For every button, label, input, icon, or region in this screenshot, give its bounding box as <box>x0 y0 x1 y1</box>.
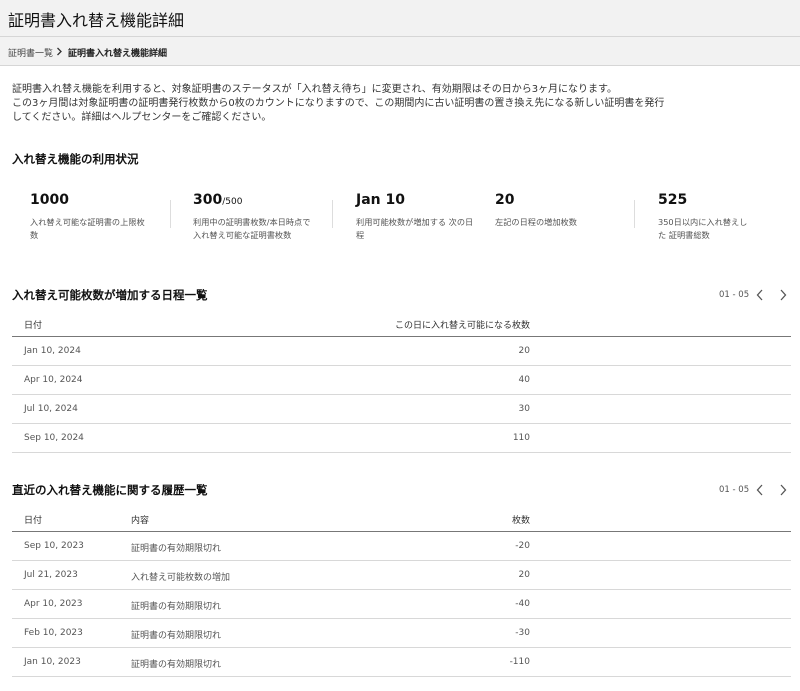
stat-label: 入れ替え可能な証明書の上限枚数 <box>30 217 145 240</box>
chevron-right-icon <box>780 484 787 496</box>
next-page-button[interactable] <box>775 482 791 498</box>
table-row: Jan 10, 2023 証明書の有効期限切れ -110 <box>12 648 791 677</box>
row-date: Jul 21, 2023 <box>24 570 78 580</box>
row-count: -20 <box>515 541 530 551</box>
schedule-heading: 入れ替え可能枚数が増加する日程一覧 <box>12 288 208 302</box>
prev-page-button[interactable] <box>752 482 768 498</box>
stat-label: 利用可能枚数が増加する 次の日程 <box>356 217 474 240</box>
stat-label: 350日以内に入れ替えした 証明書総数 <box>658 217 748 240</box>
table-row: Feb 10, 2023 証明書の有効期限切れ -30 <box>12 619 791 648</box>
chevron-right-icon <box>57 47 62 56</box>
row-count: 20 <box>518 346 530 356</box>
pager-range: 01 - 05 <box>719 485 750 495</box>
row-date: Feb 10, 2023 <box>24 628 83 638</box>
table-row: Sep 10, 2023 証明書の有効期限切れ -20 <box>12 532 791 561</box>
table-row: Jul 10, 2024 30 <box>12 395 791 424</box>
row-content: 証明書の有効期限切れ <box>131 660 222 670</box>
stat-divider <box>170 200 171 228</box>
row-count: 30 <box>518 404 530 414</box>
table-row: Jul 21, 2023 入れ替え可能枚数の増加 20 <box>12 561 791 590</box>
row-date: Jan 10, 2023 <box>24 657 81 667</box>
column-header-date: 日付 <box>24 516 43 526</box>
row-count: 110 <box>512 433 530 443</box>
stat-value: Jan 10 <box>356 192 405 208</box>
column-header-count: 枚数 <box>511 516 530 526</box>
row-count: -40 <box>515 599 530 609</box>
stat-value: 1000 <box>30 192 69 208</box>
page-title: 証明書入れ替え機能詳細 <box>8 11 185 30</box>
chevron-left-icon <box>756 289 763 301</box>
row-count: 40 <box>518 375 530 385</box>
row-content: 証明書の有効期限切れ <box>131 602 222 612</box>
schedule-pager: 01 - 05 <box>719 287 799 303</box>
pager-range: 01 - 05 <box>719 290 750 300</box>
breadcrumb-current: 証明書入れ替え機能詳細 <box>68 49 168 59</box>
top-bar: 証明書入れ替え機能詳細 <box>0 0 800 37</box>
row-date: Apr 10, 2024 <box>24 375 83 385</box>
table-row: Apr 10, 2023 証明書の有効期限切れ -40 <box>12 590 791 619</box>
row-content: 証明書の有効期限切れ <box>131 631 222 641</box>
table-row: Apr 10, 2024 40 <box>12 366 791 395</box>
column-header-content: 内容 <box>131 516 150 526</box>
chevron-left-icon <box>756 484 763 496</box>
row-date: Jan 10, 2024 <box>24 346 81 356</box>
intro-line-2: この3ヶ月間は対象証明書の証明書発行枚数から0枚のカウントになりますので、この期… <box>12 98 665 109</box>
row-date: Sep 10, 2024 <box>24 433 84 443</box>
row-count: -110 <box>509 657 530 667</box>
breadcrumb: 証明書一覧 証明書入れ替え機能詳細 <box>0 37 800 66</box>
stat-value: 300 <box>193 192 223 208</box>
row-date: Sep 10, 2023 <box>24 541 84 551</box>
table-row: Jan 10, 2024 20 <box>12 337 791 366</box>
chevron-right-icon <box>780 289 787 301</box>
intro-line-1: 証明書入れ替え機能を利用すると、対象証明書のステータスが「入れ替え待ち」に変更さ… <box>12 84 618 95</box>
breadcrumb-link-certificate-list[interactable]: 証明書一覧 <box>8 46 53 59</box>
intro-line-3: してください。詳細はヘルプセンターをご確認ください。 <box>12 112 272 123</box>
table-row: Sep 10, 2024 110 <box>12 424 791 453</box>
row-content: 証明書の有効期限切れ <box>131 544 222 554</box>
history-pager: 01 - 05 <box>719 482 799 498</box>
stat-divider <box>634 200 635 228</box>
row-date: Jul 10, 2024 <box>24 404 78 414</box>
column-header-date: 日付 <box>24 321 43 331</box>
row-date: Apr 10, 2023 <box>24 599 83 609</box>
row-count: 20 <box>518 570 530 580</box>
prev-page-button[interactable] <box>752 287 768 303</box>
row-content: 入れ替え可能枚数の増加 <box>131 573 231 583</box>
stat-label: 利用中の証明書枚数/本日時点で入れ替え可能な証明書枚数 <box>193 217 311 240</box>
stat-divider <box>332 200 333 228</box>
column-header-count: この日に入れ替え可能になる枚数 <box>394 321 530 331</box>
usage-heading: 入れ替え機能の利用状況 <box>12 152 139 166</box>
stat-value: 20 <box>495 192 515 208</box>
stat-unit: /500 <box>222 197 243 207</box>
stat-value: 525 <box>658 192 688 208</box>
stat-label: 左記の日程の増加枚数 <box>495 217 577 227</box>
row-count: -30 <box>515 628 530 638</box>
next-page-button[interactable] <box>775 287 791 303</box>
history-heading: 直近の入れ替え機能に関する履歴一覧 <box>12 483 208 497</box>
